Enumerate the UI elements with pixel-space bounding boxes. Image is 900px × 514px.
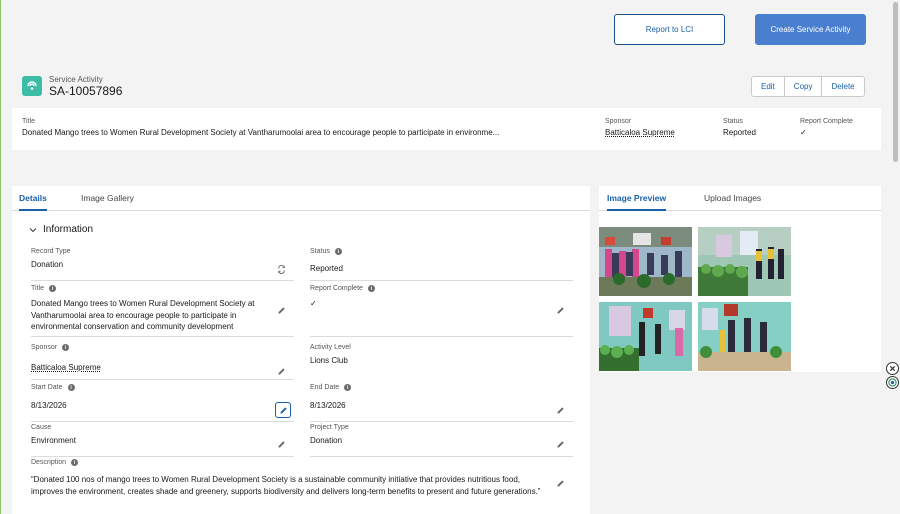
field-label: Title (31, 285, 44, 292)
field-sponsor: Sponsor i Batticaloa Supreme (31, 344, 294, 380)
info-icon[interactable]: i (62, 344, 70, 351)
field-value: ✓ (310, 299, 317, 308)
field-title: Title i Donated Mango trees to Women Rura… (31, 285, 294, 337)
field-label: Status (310, 248, 330, 255)
field-status: Status i Reported (310, 248, 573, 281)
preview-image[interactable] (698, 302, 791, 371)
field-value: 8/13/2026 (31, 401, 67, 410)
tab-upload-images[interactable]: Upload Images (704, 193, 761, 209)
edit-button[interactable]: Edit (752, 77, 785, 96)
highlight-status: Status Reported (723, 118, 756, 137)
record-actions: Edit Copy Delete (751, 76, 865, 97)
image-preview-panel: Image Preview Upload Images (599, 186, 881, 372)
details-panel: Details Image Gallery Information Record… (12, 186, 590, 514)
pencil-icon (279, 406, 287, 414)
change-record-type-icon[interactable] (277, 265, 286, 274)
field-cause: Cause Environment (31, 424, 294, 457)
left-tabs: Details Image Gallery (12, 186, 590, 211)
field-value: Donation (310, 436, 343, 445)
info-icon[interactable]: i (367, 285, 375, 292)
preview-image[interactable] (599, 302, 692, 371)
field-value: Donation (31, 260, 64, 269)
copy-button[interactable]: Copy (785, 77, 823, 96)
highlight-title-value: Donated Mango trees to Women Rural Devel… (22, 128, 500, 137)
object-label: Service Activity (49, 75, 103, 84)
chevron-down-icon (29, 227, 37, 232)
highlight-sponsor: Sponsor Batticaloa Supreme (605, 118, 675, 137)
highlight-report-complete-check: ✓ (800, 128, 807, 137)
field-label: Report Complete (310, 285, 363, 292)
highlight-report-complete-label: Report Complete (800, 118, 853, 125)
record-name: SA-10057896 (49, 84, 123, 98)
tab-details[interactable]: Details (19, 193, 47, 211)
info-icon[interactable]: i (71, 459, 79, 466)
right-tabs: Image Preview Upload Images (599, 186, 881, 211)
pencil-icon[interactable] (556, 440, 565, 449)
pencil-icon[interactable] (556, 406, 565, 415)
highlight-status-label: Status (723, 118, 743, 125)
field-end-date: End Date i 8/13/2026 (310, 384, 573, 422)
field-value: Lions Club (310, 356, 348, 365)
pencil-icon[interactable] (277, 306, 286, 315)
information-section-header[interactable]: Information (29, 224, 93, 235)
field-record-type: Record Type Donation (31, 248, 294, 281)
field-value: Donated Mango trees to Women Rural Devel… (31, 299, 255, 331)
info-icon[interactable]: i (67, 384, 75, 391)
field-activity-level: Activity Level Lions Club (310, 344, 573, 380)
pencil-icon[interactable] (556, 306, 565, 315)
highlights-panel: Title Donated Mango trees to Women Rural… (12, 108, 881, 150)
service-activity-icon (22, 76, 42, 96)
field-value: “Donated 100 nos of mango trees to Women… (31, 475, 541, 496)
section-title: Information (43, 224, 94, 235)
field-label: Start Date (31, 384, 63, 391)
target-icon[interactable] (886, 376, 899, 389)
highlight-status-value: Reported (723, 128, 756, 137)
field-project-type: Project Type Donation (310, 424, 573, 457)
create-service-activity-button[interactable]: Create Service Activity (755, 14, 866, 45)
report-to-lci-button[interactable]: Report to LCI (614, 14, 725, 45)
field-label: Record Type (31, 248, 71, 255)
highlight-sponsor-link[interactable]: Batticaloa Supreme (605, 128, 675, 137)
highlight-sponsor-label: Sponsor (605, 118, 632, 125)
sponsor-link[interactable]: Batticaloa Supreme (31, 362, 294, 374)
tab-image-gallery[interactable]: Image Gallery (81, 193, 134, 209)
field-value: Reported (310, 264, 343, 273)
highlight-title-label: Title (22, 118, 35, 125)
highlight-report-complete: Report Complete ✓ (800, 118, 853, 137)
preview-image[interactable] (698, 227, 791, 296)
field-start-date: Start Date i 8/13/2026 (31, 384, 294, 422)
field-value: 8/13/2026 (310, 401, 346, 410)
page-scrollbar[interactable] (893, 2, 898, 162)
pencil-icon[interactable] (277, 440, 286, 449)
field-label: Cause (31, 424, 52, 431)
info-icon[interactable]: i (48, 285, 56, 292)
pencil-icon[interactable] (556, 479, 565, 488)
field-label: End Date (310, 384, 340, 391)
field-description: Description i “Donated 100 nos of mango t… (31, 459, 573, 514)
highlight-title: Title Donated Mango trees to Women Rural… (22, 118, 499, 137)
delete-button[interactable]: Delete (822, 77, 863, 96)
field-label: Activity Level (310, 344, 351, 351)
field-label: Project Type (310, 424, 349, 431)
close-circle-icon[interactable] (886, 362, 899, 375)
tab-image-preview[interactable]: Image Preview (607, 193, 667, 211)
info-icon[interactable]: i (334, 248, 342, 255)
info-icon[interactable]: i (344, 384, 352, 391)
field-value: Environment (31, 436, 76, 445)
field-report-complete: Report Complete i ✓ (310, 285, 573, 337)
edit-start-date-button[interactable] (275, 402, 291, 418)
field-label: Description (31, 459, 67, 466)
preview-image[interactable] (599, 227, 692, 296)
field-label: Sponsor (31, 344, 58, 351)
pencil-icon[interactable] (277, 367, 286, 376)
